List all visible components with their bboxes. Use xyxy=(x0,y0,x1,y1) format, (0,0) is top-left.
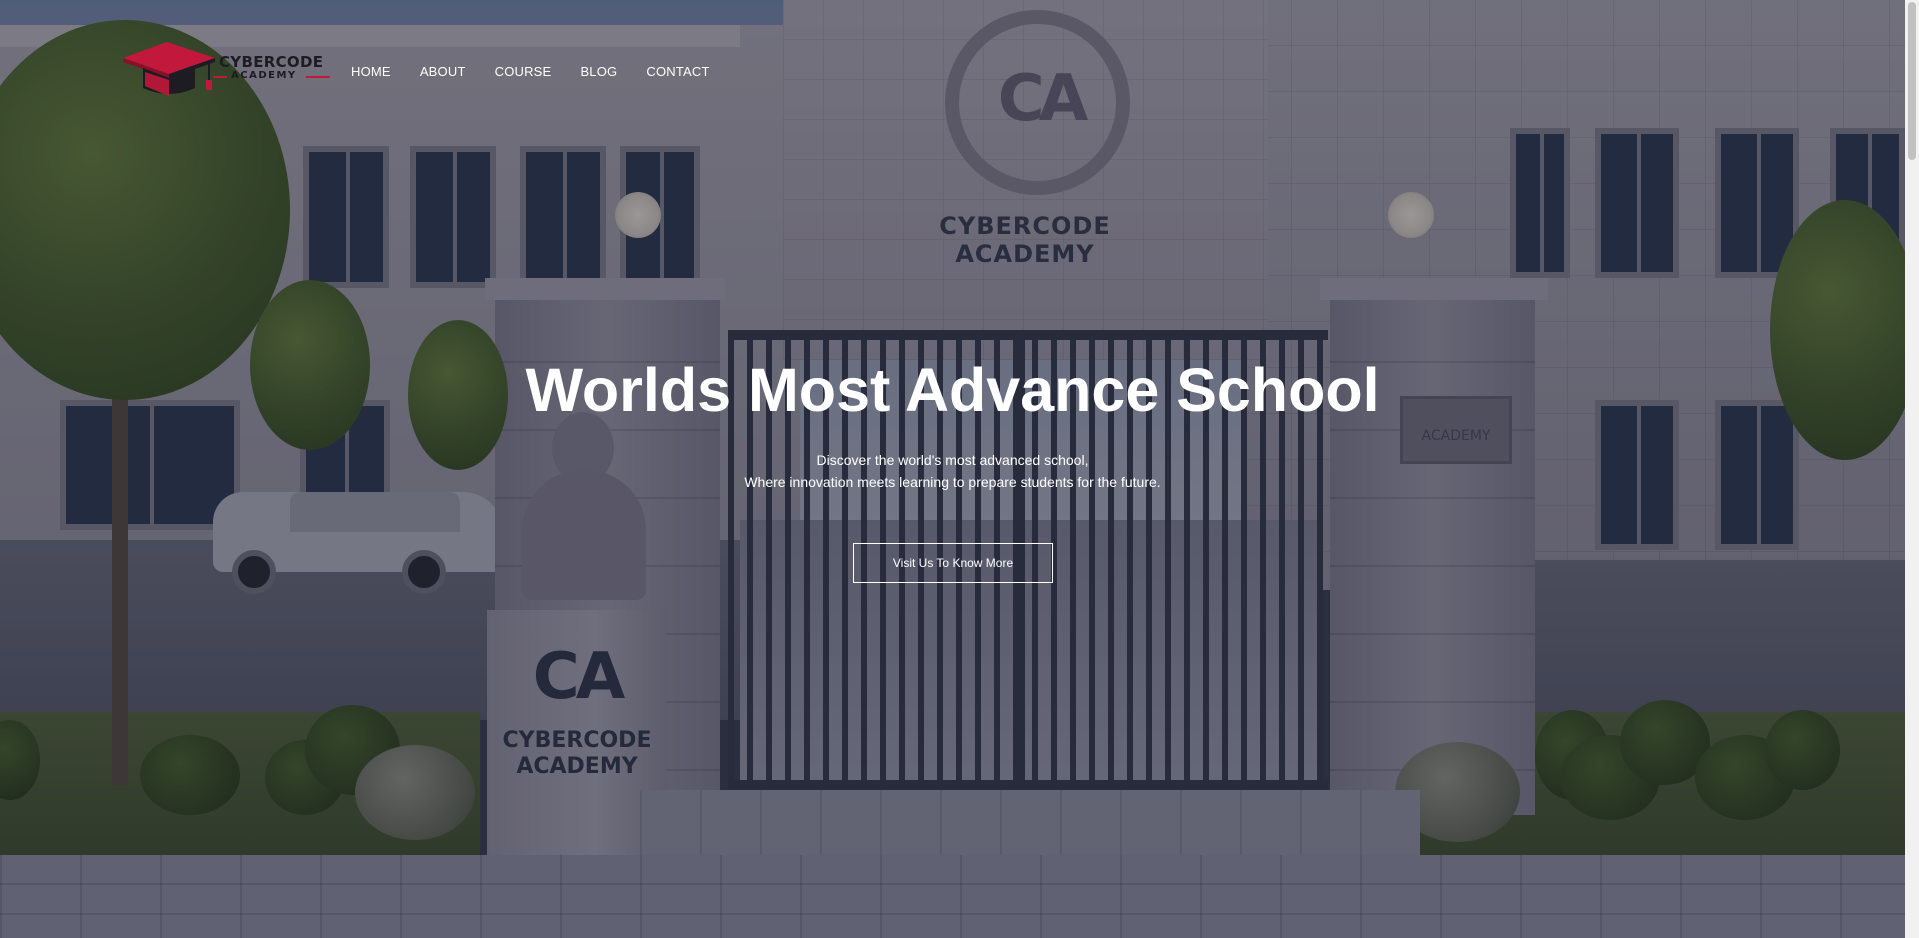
main-nav: HOME ABOUT COURSE BLOG CONTACT xyxy=(351,64,739,79)
nav-blog[interactable]: BLOG xyxy=(580,64,617,79)
scrollbar-thumb[interactable] xyxy=(1908,2,1916,160)
hero-subtitle-line2: Where innovation meets learning to prepa… xyxy=(744,474,1161,490)
nav-contact[interactable]: CONTACT xyxy=(646,64,709,79)
site-logo[interactable]: CYBERCODE ACADEMY xyxy=(123,38,333,102)
hero-subtitle: Discover the world's most advanced schoo… xyxy=(0,449,1905,493)
hero-title: Worlds Most Advance School xyxy=(525,356,1380,424)
nav-home[interactable]: HOME xyxy=(351,64,391,79)
page-scrollbar[interactable] xyxy=(1905,0,1919,938)
nav-about[interactable]: ABOUT xyxy=(420,64,466,79)
nav-course[interactable]: COURSE xyxy=(495,64,552,79)
logo-rule xyxy=(213,76,227,78)
logo-rule xyxy=(306,76,330,78)
hero-subtitle-line1: Discover the world's most advanced schoo… xyxy=(816,452,1089,468)
site-header: CYBERCODE ACADEMY HOME ABOUT COURSE BLOG… xyxy=(0,0,1905,110)
visit-us-button[interactable]: Visit Us To Know More xyxy=(853,543,1053,583)
page: CA CYBERCODE ACADEMY ACADEMY CA CYBERCOD… xyxy=(0,0,1919,938)
graduation-cap-icon xyxy=(123,42,215,96)
logo-text-secondary: ACADEMY xyxy=(231,70,297,81)
logo-text-primary: CYBERCODE xyxy=(219,53,324,71)
